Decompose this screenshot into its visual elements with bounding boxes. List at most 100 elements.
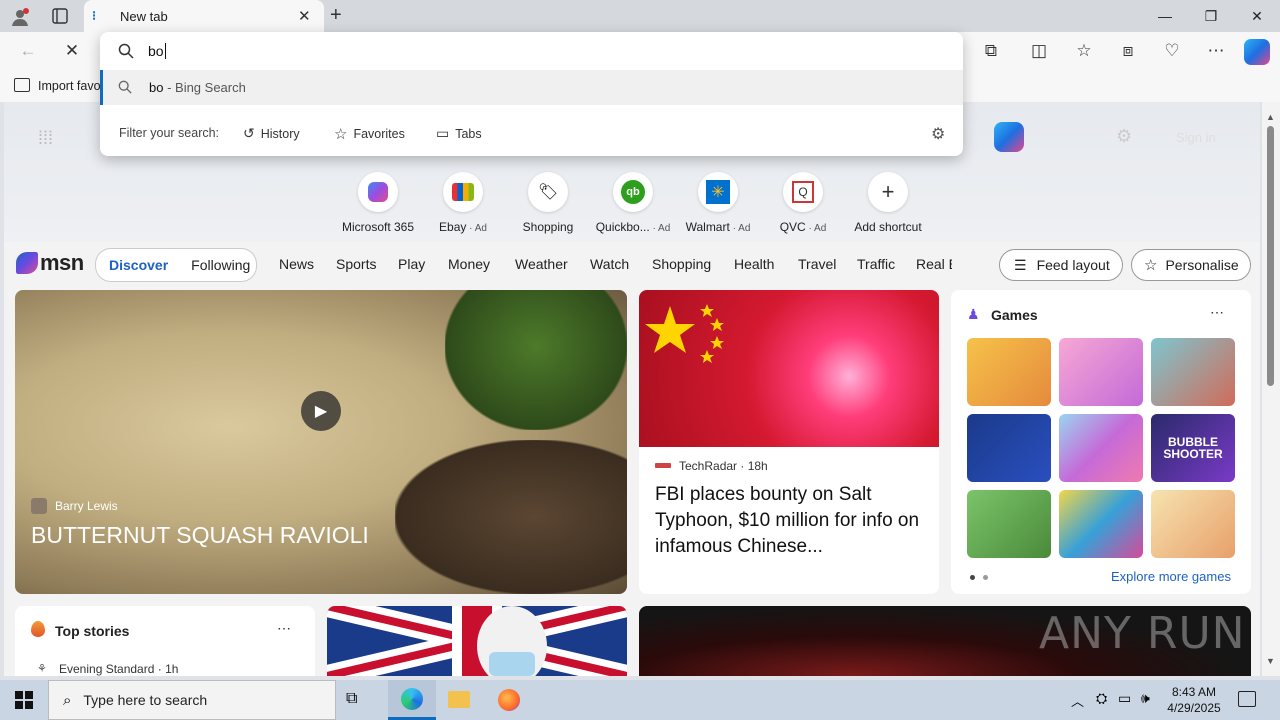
anyrun-watermark: ANY RUN	[1039, 608, 1246, 659]
copilot-icon[interactable]	[1244, 39, 1270, 65]
shortcut-qvc[interactable]: Q QVC · Ad	[763, 172, 843, 234]
nav-travel[interactable]: Travel	[798, 256, 836, 272]
close-button[interactable]: ✕	[1234, 0, 1280, 32]
personalise-button[interactable]: ☆ Personalise	[1131, 249, 1251, 281]
search-settings-icon[interactable]: ⚙	[931, 124, 945, 144]
split-screen-icon[interactable]: ◫	[1023, 35, 1055, 67]
minimize-button[interactable]: —	[1142, 0, 1188, 32]
discover-tab[interactable]: Discover	[109, 257, 168, 273]
notifications-icon[interactable]	[1238, 691, 1256, 707]
game-tile[interactable]	[1151, 338, 1235, 406]
back-button[interactable]: ←	[12, 35, 44, 67]
sign-in-link[interactable]: Sign in	[1176, 130, 1216, 145]
carousel-dot-active[interactable]	[970, 575, 975, 580]
techradar-logo-icon	[655, 463, 671, 468]
game-tile[interactable]	[1151, 490, 1235, 558]
feed-layout-button[interactable]: ☰ Feed layout	[999, 249, 1123, 281]
game-tile[interactable]	[1059, 490, 1143, 558]
shortcut-add[interactable]: + Add shortcut	[848, 172, 928, 234]
import-favorites-icon[interactable]	[14, 78, 30, 92]
volume-icon[interactable]: 🕪	[1141, 690, 1150, 707]
filter-favorites[interactable]: ☆ Favorites	[334, 125, 405, 143]
evening-standard-icon: ⚘	[37, 663, 47, 675]
nav-watch[interactable]: Watch	[590, 256, 629, 272]
stop-loading-button[interactable]: ✕	[56, 35, 88, 67]
quickbooks-icon: qb	[613, 172, 653, 212]
more-options-icon[interactable]: ⋯	[1200, 35, 1232, 67]
game-tile[interactable]	[1059, 338, 1143, 406]
hero-greens-image	[445, 290, 627, 430]
import-favorites-link[interactable]: Import favo	[38, 79, 101, 93]
shortcut-microsoft-365[interactable]: Microsoft 365	[338, 172, 418, 234]
shortcut-walmart[interactable]: ✳ Walmart · Ad	[678, 172, 758, 234]
scrollbar-thumb[interactable]	[1267, 126, 1274, 386]
hero-card[interactable]: ▶ Barry Lewis BUTTERNUT SQUASH RAVIOLI	[15, 290, 627, 594]
start-button[interactable]	[0, 680, 48, 720]
following-tab[interactable]: Following	[191, 257, 250, 273]
show-hidden-icons[interactable]: ︿	[1071, 691, 1084, 710]
nav-weather[interactable]: Weather	[515, 256, 568, 272]
explore-more-games-link[interactable]: Explore more games	[1111, 569, 1231, 584]
browser-essentials-icon[interactable]: ♡	[1156, 35, 1188, 67]
suggestion-text: bo - Bing Search	[149, 80, 246, 95]
nav-money[interactable]: Money	[448, 256, 490, 272]
apps-grid-icon[interactable]: ⁞⁞⁞	[38, 128, 53, 149]
tab-actions-icon[interactable]	[48, 6, 72, 26]
shortcut-shopping[interactable]: 🏷 Shopping	[508, 172, 588, 234]
taskbar-search-placeholder: Type here to search	[83, 692, 208, 708]
address-input[interactable]: bo	[148, 40, 938, 62]
shortcut-label: Shopping	[522, 220, 574, 234]
shortcut-quickbooks[interactable]: qb Quickbo... · Ad	[593, 172, 673, 234]
play-icon[interactable]: ▶	[301, 391, 341, 431]
msn-logo[interactable]: msn	[16, 250, 84, 276]
uk-flag-news-image[interactable]	[327, 606, 627, 676]
nav-real-estate[interactable]: Real E	[916, 256, 952, 272]
top-stories-more-icon[interactable]: ⋯	[277, 620, 291, 637]
scroll-down-icon[interactable]: ▼	[1266, 656, 1275, 666]
nav-shopping[interactable]: Shopping	[652, 256, 711, 272]
game-tile[interactable]: BUBBLE SHOOTER	[1151, 414, 1235, 482]
filter-label: Filter your search:	[119, 126, 220, 140]
walmart-icon: ✳	[698, 172, 738, 212]
taskbar-search-box[interactable]: ⌕ Type here to search	[48, 680, 336, 720]
page-settings-icon[interactable]: ⚙	[1116, 126, 1132, 147]
game-tile[interactable]	[967, 490, 1051, 558]
game-tile[interactable]	[967, 414, 1051, 482]
tab-new-tab[interactable]: ⁝ New tab ✕	[84, 0, 324, 32]
filter-history[interactable]: ↺ History	[243, 125, 300, 142]
firefox-icon[interactable]	[498, 689, 520, 711]
clock[interactable]: 8:43 AM 4/29/2025	[1166, 684, 1222, 716]
suggestion-row[interactable]: bo - Bing Search	[100, 70, 963, 105]
nav-traffic[interactable]: Traffic	[857, 256, 895, 272]
shortcut-ebay[interactable]: Ebay · Ad	[423, 172, 503, 234]
title-bar: ⁝ New tab ✕ + — ❐ ✕	[0, 0, 1280, 32]
featured-video-card[interactable]: ANY RUN	[639, 606, 1251, 676]
favorites-icon[interactable]: ☆	[1068, 35, 1100, 67]
nav-play[interactable]: Play	[398, 256, 425, 272]
restore-button[interactable]: ❐	[1188, 0, 1234, 32]
games-more-icon[interactable]: ⋯	[1210, 304, 1224, 321]
news-card[interactable]: TechRadar · 18h FBI places bounty on Sal…	[639, 290, 939, 594]
games-card: ♟ Games ⋯ BUBBLE SHOOTER Explore more ga…	[951, 290, 1251, 594]
copilot-search-icon[interactable]	[994, 122, 1024, 152]
nav-news[interactable]: News	[279, 256, 314, 272]
filter-tabs[interactable]: ▭ Tabs	[436, 125, 482, 142]
tray-app-icon[interactable]: ⛭	[1096, 690, 1107, 707]
address-search-icon	[118, 43, 134, 64]
scroll-up-icon[interactable]: ▲	[1266, 112, 1275, 122]
profile-icon[interactable]	[8, 5, 32, 29]
network-icon[interactable]: ▭	[1118, 690, 1131, 707]
nav-health[interactable]: Health	[734, 256, 774, 272]
file-explorer-icon[interactable]	[448, 691, 470, 708]
nav-sports[interactable]: Sports	[336, 256, 376, 272]
new-tab-button[interactable]: +	[330, 4, 342, 27]
task-view-icon[interactable]: ⧉	[346, 690, 357, 708]
game-tile[interactable]	[1059, 414, 1143, 482]
game-tile[interactable]	[967, 338, 1051, 406]
tab-close-icon[interactable]: ✕	[298, 7, 311, 25]
carousel-dot[interactable]	[983, 575, 988, 580]
extensions-icon[interactable]: ⧉	[975, 35, 1007, 67]
collections-icon[interactable]: ⧈	[1112, 35, 1144, 67]
page-scrollbar[interactable]: ▲ ▼	[1262, 102, 1280, 676]
edge-taskbar-icon[interactable]	[388, 680, 436, 720]
